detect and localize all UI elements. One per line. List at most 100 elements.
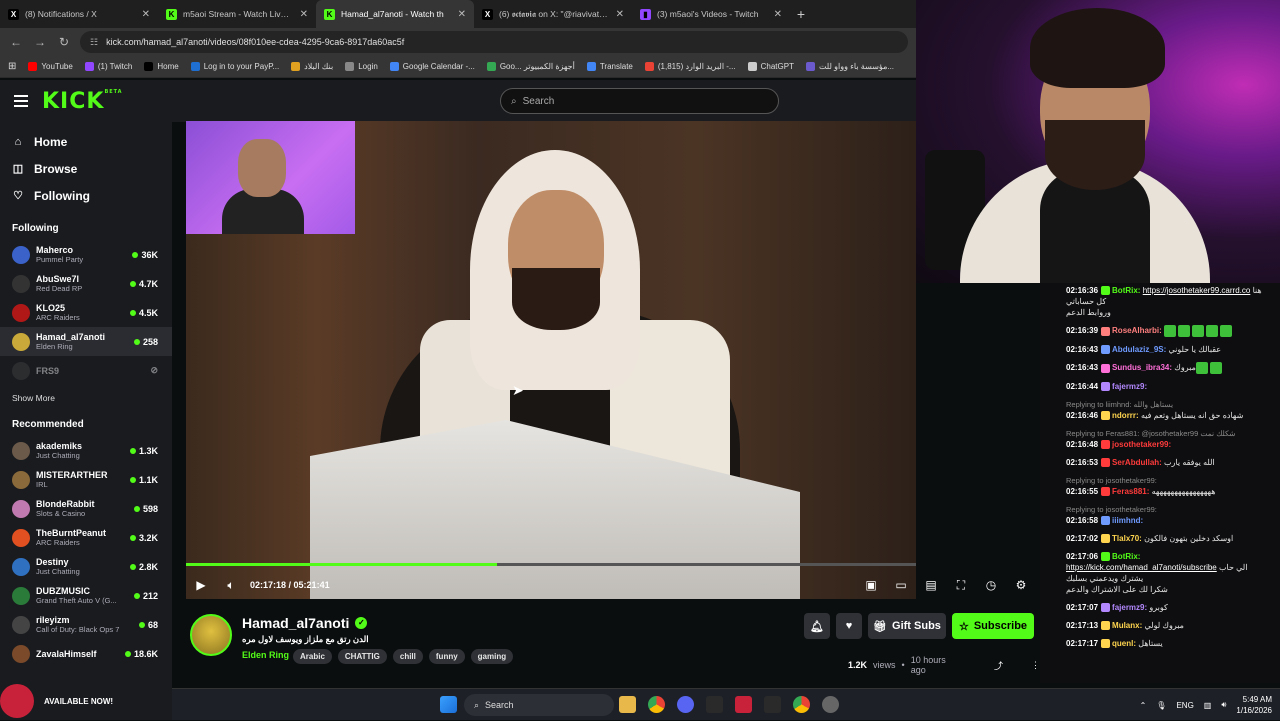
- fullscreen-icon[interactable]: ⛶: [946, 578, 976, 593]
- chat-username[interactable]: SerAbdullah:: [1112, 458, 1162, 467]
- browser-tab[interactable]: ▮ (3) m5aoi's Videos - Twitch ✕: [632, 0, 790, 28]
- chat-link[interactable]: https://josothetaker99.carrd.co: [1143, 286, 1251, 295]
- stream-category[interactable]: Elden Ring: [242, 650, 289, 660]
- chat-username[interactable]: fajermz9:: [1112, 382, 1147, 391]
- settings-gear-icon[interactable]: ⚙: [1006, 578, 1036, 592]
- channel-item[interactable]: akademiks Just Chatting 1.3K: [0, 436, 172, 465]
- kick-logo[interactable]: KICKBETA: [42, 89, 123, 114]
- stream-tag[interactable]: funny: [428, 649, 465, 664]
- sidebar-item-home[interactable]: ⌂ Home: [0, 128, 172, 155]
- chat-username[interactable]: josothetaker99:: [1112, 440, 1171, 449]
- volume-icon[interactable]: 🔈︎: [216, 578, 246, 593]
- sidebar-item-following[interactable]: ♡ Following: [0, 182, 172, 209]
- discord-icon[interactable]: [677, 696, 694, 713]
- channel-item[interactable]: FRS9 ⊘: [0, 356, 172, 385]
- close-icon[interactable]: ✕: [616, 9, 624, 20]
- network-icon[interactable]: ▥: [1204, 701, 1212, 710]
- channel-avatar[interactable]: [190, 614, 232, 656]
- chat-username[interactable]: quenl:: [1112, 639, 1136, 648]
- more-options-icon[interactable]: ⋮: [1031, 660, 1040, 671]
- taskbar-search[interactable]: ⌕ Search: [464, 694, 614, 716]
- channel-item[interactable]: AbuSwe7l Red Dead RP 4.7K: [0, 269, 172, 298]
- channel-item[interactable]: MISTERARTHER IRL 1.1K: [0, 465, 172, 494]
- bookmark-item[interactable]: (1,815) البريد الوارد -...: [644, 62, 736, 71]
- close-icon[interactable]: ✕: [300, 9, 308, 20]
- app-icon[interactable]: [706, 696, 723, 713]
- browser-tab[interactable]: X (6) 𝖔𝖈𝖙𝖆𝖛𝖎𝖆 on X: "@riavivatu @ ✕: [474, 0, 632, 28]
- channel-item[interactable]: Hamad_al7anoti Elden Ring 258: [0, 327, 172, 356]
- back-icon[interactable]: ←: [8, 35, 24, 49]
- chat-username[interactable]: Feras881:: [1112, 487, 1149, 496]
- chat-username[interactable]: RoseAlharbi:: [1112, 326, 1162, 335]
- chat-username[interactable]: Tlalx70:: [1112, 534, 1142, 543]
- app-icon-2[interactable]: [735, 696, 752, 713]
- chat-username[interactable]: fajermz9:: [1112, 603, 1147, 612]
- available-now-banner[interactable]: AVAILABLE NOW!: [0, 682, 172, 720]
- miniplayer-icon[interactable]: ▣: [856, 578, 886, 592]
- bookmark-item[interactable]: مؤسسة باء وواو للت...: [805, 62, 894, 71]
- bookmark-item[interactable]: YouTube: [28, 62, 73, 71]
- app-icon-3[interactable]: [764, 696, 781, 713]
- menu-icon[interactable]: [14, 95, 28, 107]
- bookmark-item[interactable]: بنك البلاد: [291, 62, 333, 71]
- new-tab-icon[interactable]: +: [790, 6, 812, 22]
- bookmark-item[interactable]: Login: [345, 62, 378, 71]
- chevron-up-icon[interactable]: ⌃: [1140, 701, 1147, 710]
- chrome-active-icon[interactable]: [793, 696, 810, 713]
- chat-username[interactable]: iiimhnd:: [1112, 516, 1143, 525]
- follow-heart-icon[interactable]: ♥: [836, 613, 862, 639]
- channel-item[interactable]: Maherco Pummel Party 36K: [0, 240, 172, 269]
- channel-item[interactable]: rileyizm Call of Duty: Black Ops 7 68: [0, 610, 172, 639]
- chat-username[interactable]: BotRix:: [1112, 552, 1140, 561]
- channel-item[interactable]: ZavalaHimself 18.6K: [0, 639, 172, 668]
- site-info-icon[interactable]: ☷: [90, 37, 98, 48]
- clip-icon[interactable]: ▤: [916, 578, 946, 592]
- channel-item[interactable]: Destiny Just Chatting 2.8K: [0, 552, 172, 581]
- bookmark-item[interactable]: Goo... أجهزة الكمبيوتر: [486, 62, 575, 71]
- file-explorer-icon[interactable]: [619, 696, 636, 713]
- bookmark-item[interactable]: Home: [144, 62, 179, 71]
- channel-item[interactable]: KLO25 ARC Raiders 4.5K: [0, 298, 172, 327]
- gift-subs-button[interactable]: 🎁︎ Gift Subs: [868, 613, 946, 639]
- video-progress-bar[interactable]: [186, 563, 916, 566]
- browser-tab[interactable]: K Hamad_al7anoti - Watch th ✕: [316, 0, 474, 28]
- browser-tab[interactable]: X (8) Notifications / X ✕: [0, 0, 158, 28]
- clock[interactable]: 5:49 AM 1/16/2026: [1236, 694, 1272, 716]
- chrome-icon[interactable]: [648, 696, 665, 713]
- show-more-link[interactable]: Show More: [0, 393, 172, 403]
- url-field[interactable]: ☷ kick.com/hamad_al7anoti/videos/08f010e…: [80, 31, 908, 53]
- channel-item[interactable]: BlondeRabbit Slots & Casino 598: [0, 494, 172, 523]
- bookmark-item[interactable]: (1) Twitch: [84, 62, 132, 71]
- chat-username[interactable]: ndorrr:: [1112, 411, 1139, 420]
- chat-username[interactable]: Mulanx:: [1112, 621, 1142, 630]
- speed-icon[interactable]: ◷: [976, 578, 1006, 592]
- chat-username[interactable]: Sundus_ibra34:: [1112, 363, 1172, 372]
- speaker-icon[interactable]: 🔊︎: [1221, 700, 1226, 710]
- channel-item[interactable]: TheBurntPeanut ARC Raiders 3.2K: [0, 523, 172, 552]
- start-icon[interactable]: [440, 696, 457, 713]
- theater-mode-icon[interactable]: ▭: [886, 578, 916, 592]
- subscribe-button[interactable]: ☆ Subscribe: [952, 613, 1034, 639]
- stream-tag[interactable]: CHATTIG: [337, 649, 387, 664]
- share-icon[interactable]: ⤴: [994, 659, 1003, 672]
- language-indicator[interactable]: ENG: [1176, 701, 1193, 710]
- reload-icon[interactable]: ↻: [56, 35, 72, 49]
- channel-item[interactable]: DUBZMUSIC Grand Theft Auto V (G... 212: [0, 581, 172, 610]
- chat-username[interactable]: BotRix:: [1112, 286, 1140, 295]
- forward-icon[interactable]: →: [32, 35, 48, 49]
- settings-icon[interactable]: [822, 696, 839, 713]
- sidebar-item-browse[interactable]: ◫ Browse: [0, 155, 172, 182]
- stream-tag[interactable]: Arabic: [293, 649, 332, 664]
- channel-name[interactable]: Hamad_al7anoti: [242, 615, 349, 631]
- close-icon[interactable]: ✕: [774, 9, 782, 20]
- chat-username[interactable]: Abdulaziz_9S:: [1112, 345, 1166, 354]
- bookmark-item[interactable]: Translate: [586, 62, 633, 71]
- bookmark-item[interactable]: Log in to your PayP...: [190, 62, 279, 71]
- play-icon[interactable]: ▶: [186, 578, 216, 592]
- bookmark-item[interactable]: ChatGPT: [747, 62, 794, 71]
- browser-tab[interactable]: Km5aoi Stream - Watch Live on Kick ✕: [158, 0, 316, 28]
- stream-tag[interactable]: chill: [392, 649, 423, 664]
- chat-link[interactable]: https://kick.com/hamad_al7anoti/subscrib…: [1066, 563, 1217, 572]
- bookmark-item[interactable]: Google Calendar -...: [389, 62, 475, 71]
- stream-tag[interactable]: gaming: [470, 649, 514, 664]
